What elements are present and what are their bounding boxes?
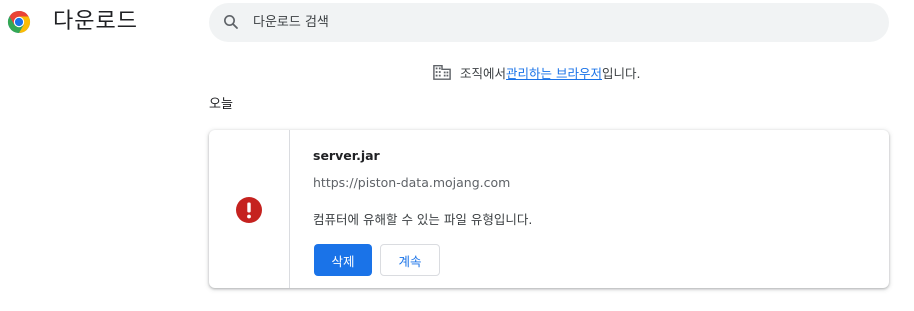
- download-icon-column: [209, 130, 290, 288]
- search-input[interactable]: [253, 3, 853, 42]
- download-file-name[interactable]: server.jar: [313, 148, 380, 163]
- keep-button[interactable]: 계속: [380, 244, 440, 276]
- chrome-logo-icon: [7, 10, 31, 33]
- managed-notice-prefix: 조직에서: [460, 65, 507, 81]
- managed-browser-link[interactable]: 관리하는 브라우저: [506, 63, 602, 82]
- download-source-url[interactable]: https://piston-data.mojang.com: [313, 175, 510, 190]
- managed-notice: 조직에서 관리하는 브라우저 입니다.: [433, 62, 640, 82]
- page-title: 다운로드: [53, 9, 138, 34]
- managed-notice-suffix: 입니다.: [602, 65, 641, 81]
- search-bar[interactable]: [209, 3, 889, 42]
- date-group-header: 오늘: [209, 97, 233, 112]
- building-icon: [433, 64, 451, 80]
- search-icon: [224, 15, 238, 29]
- delete-button[interactable]: 삭제: [314, 244, 372, 276]
- downloads-page: 다운로드 조직에서 관리하는 브라우저입니다. 오늘: [0, 0, 914, 311]
- download-danger-text: 컴퓨터에 유해할 수 있는 파일 유형입니다.: [313, 212, 533, 227]
- download-item: server.jar https://piston-data.mojang.co…: [209, 130, 889, 288]
- warning-icon: [236, 197, 262, 223]
